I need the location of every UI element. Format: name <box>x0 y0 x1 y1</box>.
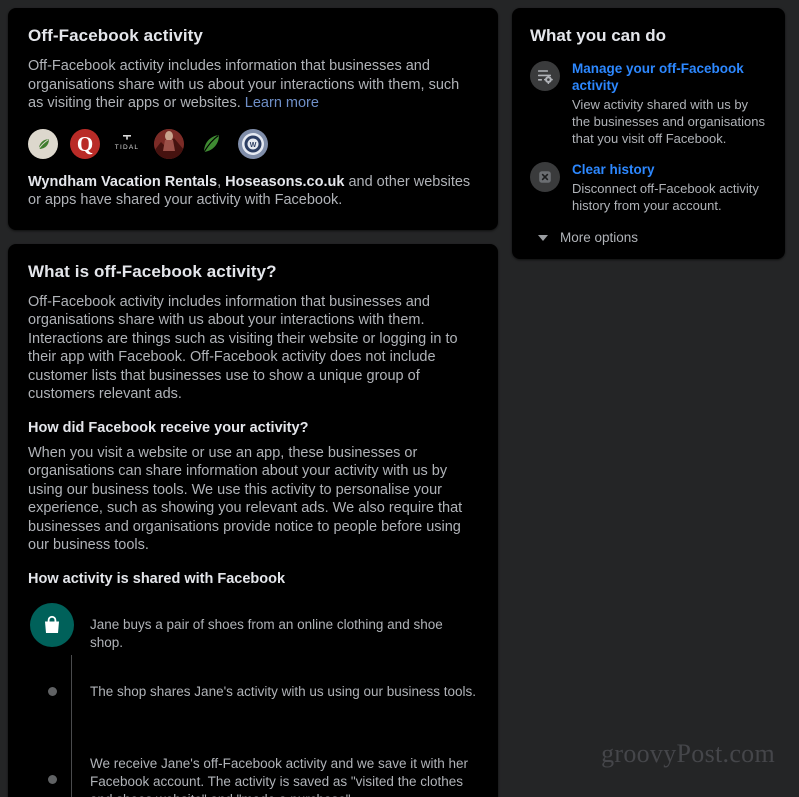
timeline-step-text: We receive Jane's off-Facebook activity … <box>90 755 469 797</box>
shared-sites-summary: Wyndham Vacation Rentals, Hoseasons.co.u… <box>28 173 478 210</box>
what-paragraph-1: Off-Facebook activity includes informati… <box>28 293 458 403</box>
page-title: Off-Facebook activity <box>28 26 203 45</box>
what-paragraph-2: When you visit a website or use an app, … <box>28 444 463 554</box>
clear-history-text: Clear history Disconnect off-Facebook ac… <box>572 161 767 214</box>
timeline-dot-icon <box>47 774 57 784</box>
svg-text:TIDAL: TIDAL <box>115 144 139 151</box>
svg-text:W: W <box>250 142 257 149</box>
chevron-down-icon <box>538 234 548 241</box>
shared-app-icons: Q TIDAL W <box>28 128 478 159</box>
leaf-cream-icon[interactable] <box>28 128 58 159</box>
timeline-marker <box>28 602 76 647</box>
shopping-bag-icon <box>30 602 74 647</box>
right-column: What you can do Manage your off-Facebook… <box>512 8 785 259</box>
leaf-green-icon[interactable] <box>196 128 226 159</box>
tidal-icon[interactable]: TIDAL <box>112 128 142 159</box>
shared-site-2: Hoseasons.co.uk <box>225 173 345 190</box>
timeline-marker <box>28 753 76 784</box>
shared-site-1: Wyndham Vacation Rentals <box>28 173 218 190</box>
what-card-title: What is off-Facebook activity? <box>28 261 277 281</box>
timeline-step: Jane buys a pair of shoes from an online… <box>28 602 478 652</box>
settings-sliders-icon <box>530 61 560 91</box>
learn-more-link[interactable]: Learn more <box>245 95 319 111</box>
how-did-facebook-receive-heading: How did Facebook receive your activity? <box>28 419 309 436</box>
page-root: Off-Facebook activity Off-Facebook activ… <box>0 0 799 797</box>
timeline-marker <box>28 681 76 696</box>
shared-separator: , <box>217 173 226 190</box>
left-column: Off-Facebook activity Off-Facebook activ… <box>8 8 498 797</box>
emblem-badge-icon[interactable]: W <box>238 128 268 159</box>
timeline-dot-icon <box>47 686 57 696</box>
activity-timeline: Jane buys a pair of shoes from an online… <box>28 602 478 797</box>
what-is-off-facebook-activity-card: What is off-Facebook activity? Off-Faceb… <box>8 243 498 797</box>
more-options-button[interactable]: More options <box>530 230 767 245</box>
watermark: groovyPost.com <box>601 739 775 768</box>
timeline-step: We receive Jane's off-Facebook activity … <box>28 753 478 797</box>
svg-text:Q: Q <box>77 132 93 156</box>
timeline-step: The shop shares Jane's activity with us … <box>28 681 478 723</box>
clear-history-description: Disconnect off-Facebook activity history… <box>572 181 759 213</box>
what-you-can-do-title: What you can do <box>530 26 666 45</box>
timeline-step-text: Jane buys a pair of shoes from an online… <box>90 616 443 650</box>
more-options-label: More options <box>560 230 639 245</box>
timeline-step-text: The shop shares Jane's activity with us … <box>90 683 477 699</box>
manage-activity-text: Manage your off-Facebook activity View a… <box>572 60 767 147</box>
photo-avatar-icon[interactable] <box>154 128 184 159</box>
off-facebook-activity-card: Off-Facebook activity Off-Facebook activ… <box>8 8 498 230</box>
what-you-can-do-card: What you can do Manage your off-Facebook… <box>512 8 785 259</box>
how-activity-shared-heading: How activity is shared with Facebook <box>28 570 286 587</box>
manage-activity-link[interactable]: Manage your off-Facebook activity <box>572 60 767 94</box>
quora-icon[interactable]: Q <box>70 128 100 159</box>
manage-activity-item[interactable]: Manage your off-Facebook activity View a… <box>530 60 767 147</box>
activity-description: Off-Facebook activity includes informati… <box>28 57 478 113</box>
manage-activity-description: View activity shared with us by the busi… <box>572 97 765 146</box>
clear-x-icon <box>530 162 560 192</box>
activity-description-text: Off-Facebook activity includes informati… <box>28 58 460 111</box>
clear-history-item[interactable]: Clear history Disconnect off-Facebook ac… <box>530 161 767 214</box>
clear-history-link[interactable]: Clear history <box>572 161 767 178</box>
